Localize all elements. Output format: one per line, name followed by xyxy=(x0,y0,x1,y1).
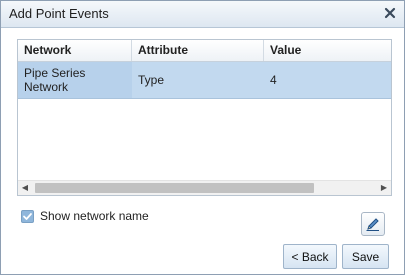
scroll-right-arrow-icon[interactable]: ▶ xyxy=(377,181,391,195)
show-network-name-checkbox[interactable] xyxy=(21,209,34,223)
add-point-events-dialog: Add Point Events Network Attribute Value… xyxy=(0,0,405,275)
horizontal-scrollbar[interactable]: ◀ ▶ xyxy=(18,180,391,195)
cell-network: Pipe Series Network xyxy=(18,62,132,98)
column-header-network[interactable]: Network xyxy=(18,40,132,61)
checkmark-icon xyxy=(23,212,32,220)
scroll-thumb[interactable] xyxy=(35,183,314,193)
grid-header: Network Attribute Value xyxy=(18,40,391,62)
table-row[interactable]: Pipe Series Network Type 4 xyxy=(18,62,391,99)
save-button[interactable]: Save xyxy=(342,244,389,269)
show-network-name-option[interactable]: Show network name xyxy=(21,208,149,224)
column-header-attribute[interactable]: Attribute xyxy=(132,40,264,61)
events-grid: Network Attribute Value Pipe Series Netw… xyxy=(17,39,392,196)
edit-button[interactable] xyxy=(361,212,385,236)
column-header-value[interactable]: Value xyxy=(264,40,391,61)
cell-value[interactable]: 4 xyxy=(264,62,391,98)
pencil-icon xyxy=(366,218,379,231)
close-icon[interactable] xyxy=(382,5,398,21)
dialog-title: Add Point Events xyxy=(9,6,109,21)
cell-attribute: Type xyxy=(138,73,165,87)
dialog-titlebar[interactable]: Add Point Events xyxy=(1,1,404,28)
back-button[interactable]: < Back xyxy=(283,244,337,269)
scroll-left-arrow-icon[interactable]: ◀ xyxy=(18,181,32,195)
show-network-name-label: Show network name xyxy=(40,209,149,223)
